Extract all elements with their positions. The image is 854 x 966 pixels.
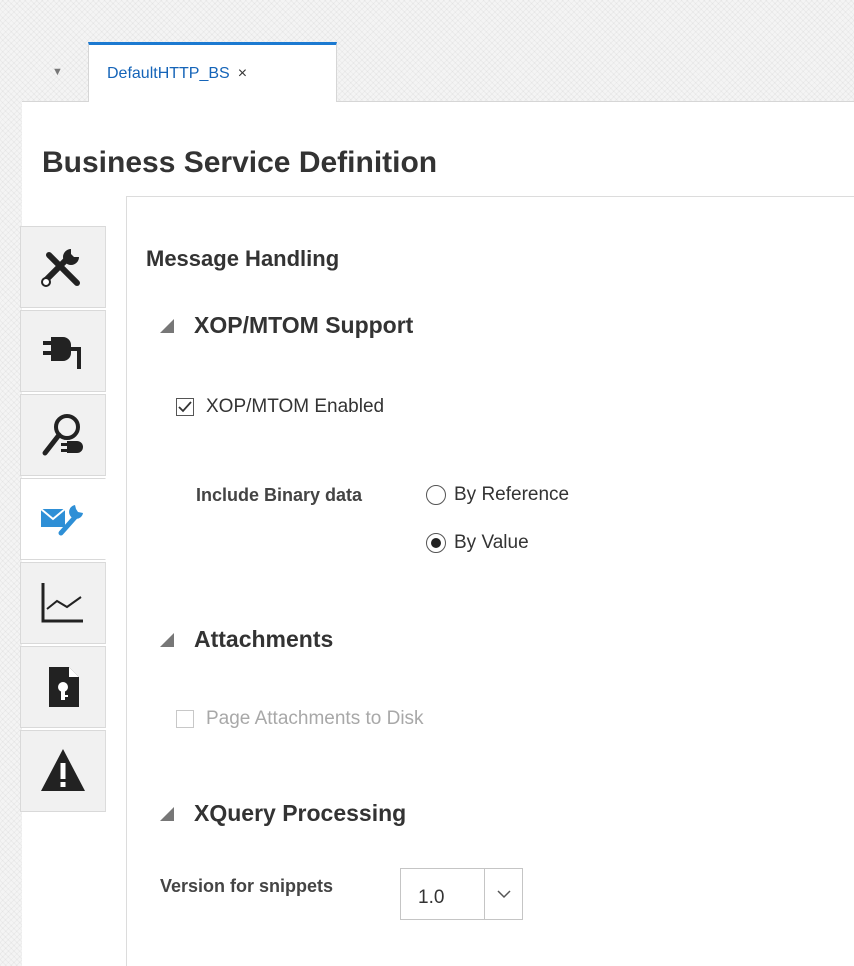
- by-value-radio[interactable]: [426, 533, 446, 553]
- xop-mtom-enabled-checkbox[interactable]: [176, 398, 194, 416]
- vtab-alerts[interactable]: [20, 730, 106, 812]
- by-value-label: By Value: [454, 532, 529, 553]
- vtab-transport[interactable]: [20, 310, 106, 392]
- document-key-icon: [49, 667, 79, 707]
- page-title: Business Service Definition: [42, 146, 438, 179]
- vtab-transport-details[interactable]: [20, 394, 106, 476]
- vtab-message-handling[interactable]: [20, 478, 106, 560]
- message-handling-icon: [40, 505, 83, 536]
- editor-tab-bar: ▼ DefaultHTTP_BS ×: [22, 42, 854, 103]
- version-select[interactable]: 1.0: [400, 868, 523, 920]
- disclosure-triangle-icon: [160, 318, 174, 333]
- include-binary-label: Include Binary data: [196, 485, 363, 505]
- attachments-header[interactable]: Attachments: [160, 626, 333, 653]
- tab-defaulthttp-bs[interactable]: DefaultHTTP_BS ×: [88, 42, 337, 103]
- disclosure-triangle-icon: [160, 806, 174, 821]
- section-title: Message Handling: [146, 246, 340, 271]
- page-attachments-row: Page Attachments to Disk: [176, 708, 424, 730]
- page-attachments-label: Page Attachments to Disk: [206, 708, 424, 729]
- xop-mtom-header[interactable]: XOP/MTOM Support: [160, 312, 413, 339]
- xop-mtom-enabled-row: XOP/MTOM Enabled: [176, 396, 384, 418]
- version-select-value: 1.0: [418, 887, 445, 908]
- vtab-security[interactable]: [20, 646, 106, 728]
- chart-line-icon: [41, 583, 83, 623]
- xquery-processing-header[interactable]: XQuery Processing: [160, 800, 406, 827]
- search-plug-icon: [42, 414, 83, 456]
- tools-icon: [41, 249, 80, 287]
- by-reference-label: By Reference: [454, 484, 570, 505]
- by-reference-radio[interactable]: [426, 485, 446, 505]
- plug-icon: [43, 337, 81, 369]
- vtab-performance[interactable]: [20, 562, 106, 644]
- triangle-down-icon[interactable]: ▼: [52, 66, 63, 78]
- page-attachments-checkbox[interactable]: [176, 710, 194, 728]
- disclosure-triangle-icon: [160, 632, 174, 647]
- tab-label: DefaultHTTP_BS: [107, 65, 230, 82]
- vtab-configuration[interactable]: [20, 226, 106, 308]
- xquery-processing-header-label: XQuery Processing: [194, 800, 407, 826]
- close-icon[interactable]: ×: [238, 65, 247, 83]
- warning-icon: [41, 749, 85, 791]
- by-reference-row: By Reference: [426, 484, 569, 506]
- checkmark-icon: [178, 401, 192, 413]
- chevron-down-icon[interactable]: [484, 869, 522, 919]
- attachments-header-label: Attachments: [194, 626, 334, 652]
- by-value-row: By Value: [426, 532, 529, 554]
- version-snippets-label: Version for snippets: [160, 876, 334, 896]
- xop-mtom-enabled-label: XOP/MTOM Enabled: [206, 396, 385, 417]
- xop-mtom-header-label: XOP/MTOM Support: [194, 312, 414, 338]
